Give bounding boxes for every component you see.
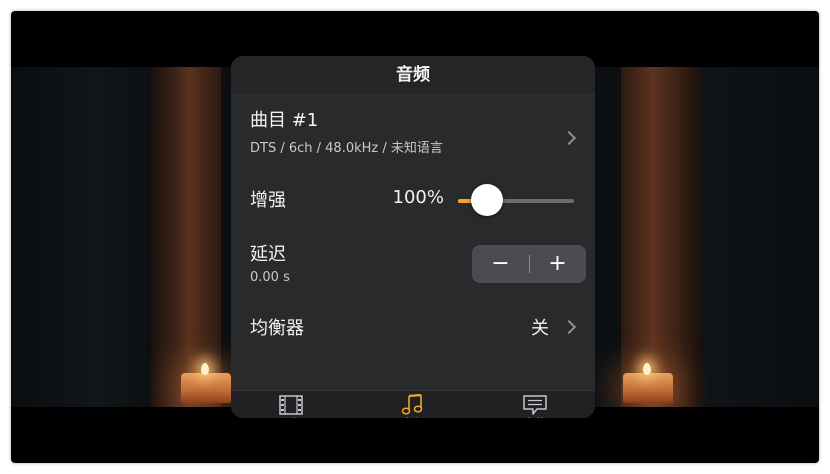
boost-slider[interactable] — [458, 183, 574, 217]
equalizer-label: 均衡器 — [250, 318, 304, 339]
delay-label: 延迟 — [250, 244, 286, 265]
video-scene-left-door — [151, 67, 221, 407]
equalizer-value: 关 — [531, 318, 549, 339]
boost-label: 增强 — [250, 190, 286, 211]
audio-track-detail: DTS / 6ch / 48.0kHz / 未知语言 — [250, 141, 443, 156]
tab-bar: 视频 音频 字幕 — [231, 390, 595, 418]
tab-audio-label: 音频 — [363, 415, 463, 418]
boost-value: 100% — [392, 187, 444, 208]
audio-track-row[interactable]: 曲目 #1 DTS / 6ch / 48.0kHz / 未知语言 — [231, 104, 595, 160]
video-scene-candle-right — [623, 363, 673, 403]
delay-increase-button[interactable]: + — [529, 245, 586, 283]
tab-subtitle[interactable]: 字幕 — [485, 391, 585, 418]
delay-value: 0.00 s — [250, 270, 290, 285]
player-window: 音频 曲目 #1 DTS / 6ch / 48.0kHz / 未知语言 增强 1… — [11, 11, 819, 463]
delay-decrease-button[interactable]: − — [472, 245, 529, 283]
subtitle-bubble-icon — [523, 395, 547, 415]
audio-settings-panel: 音频 曲目 #1 DTS / 6ch / 48.0kHz / 未知语言 增强 1… — [231, 56, 595, 418]
boost-slider-knob[interactable] — [471, 184, 503, 216]
delay-row: 延迟 0.00 s − + — [231, 236, 595, 292]
audio-track-title: 曲目 #1 — [250, 110, 319, 131]
video-scene-candle-left — [181, 363, 231, 403]
video-scene-left-wall — [11, 67, 151, 407]
delay-stepper: − + — [472, 245, 586, 283]
video-scene-right-door — [621, 67, 701, 407]
tab-video-label: 视频 — [241, 415, 341, 418]
film-icon — [279, 395, 303, 415]
panel-header: 音频 — [231, 56, 595, 95]
tab-video[interactable]: 视频 — [241, 391, 341, 418]
tab-audio[interactable]: 音频 — [363, 391, 463, 418]
video-scene-right-wall — [701, 67, 819, 407]
chevron-right-icon — [561, 130, 577, 146]
panel-title: 音频 — [396, 65, 430, 85]
boost-row: 增强 100% — [231, 174, 595, 220]
music-note-icon — [401, 394, 423, 415]
chevron-right-icon — [561, 319, 577, 335]
tab-subtitle-label: 字幕 — [485, 415, 585, 418]
equalizer-row[interactable]: 均衡器 关 — [231, 308, 595, 348]
